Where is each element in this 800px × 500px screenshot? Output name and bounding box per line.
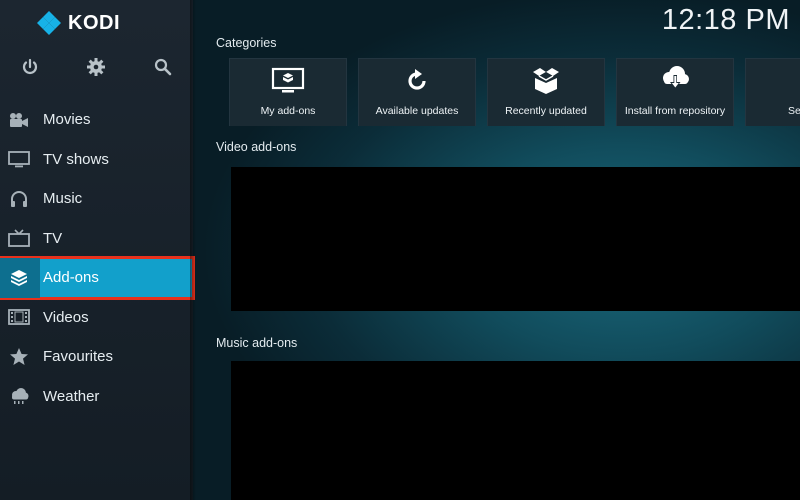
sidebar-item-label: TV shows: [43, 150, 109, 168]
sidebar-item-weather[interactable]: Weather: [0, 377, 193, 417]
sidebar: KODI Movies TV shows Music TV Add-ons Vi…: [0, 0, 195, 500]
open-box-icon: [488, 67, 604, 95]
search-icon: [746, 67, 800, 95]
main-menu: Movies TV shows Music TV Add-ons Videos …: [0, 100, 195, 417]
clock: 12:18 PM: [661, 4, 790, 36]
sidebar-item-label: Add-ons: [43, 269, 99, 287]
movie-camera-icon: [8, 111, 30, 129]
category-label: Se: [788, 104, 800, 117]
category-label: Recently updated: [505, 104, 587, 117]
category-recently-updated[interactable]: Recently updated: [487, 58, 605, 126]
sidebar-item-label: Music: [43, 190, 83, 208]
music-addons-panel[interactable]: [231, 361, 800, 500]
categories-row: My add-ons Available updates Recently up…: [229, 58, 800, 126]
sidebar-item-videos[interactable]: Videos: [0, 298, 193, 338]
category-label: Available updates: [375, 104, 459, 117]
sidebar-item-favourites[interactable]: Favourites: [0, 337, 193, 377]
addon-box-icon: [8, 269, 30, 287]
power-icon[interactable]: [17, 54, 43, 80]
search-icon[interactable]: [150, 54, 176, 80]
weather-cloud-icon: [8, 387, 30, 405]
category-label: Install from repository: [624, 104, 726, 117]
film-strip-icon: [8, 308, 30, 326]
category-label: My add-ons: [260, 104, 316, 117]
category-my-addons[interactable]: My add-ons: [229, 58, 347, 126]
gear-icon[interactable]: [83, 54, 109, 80]
refresh-icon: [359, 67, 475, 95]
cloud-download-icon: [617, 65, 733, 93]
sidebar-item-label: Movies: [43, 111, 91, 129]
sidebar-item-label: Videos: [43, 308, 89, 326]
my-addons-icon: [230, 67, 346, 95]
kodi-logo: KODI: [36, 11, 120, 35]
music-addons-title: Music add-ons: [216, 336, 298, 350]
sidebar-item-label: TV: [43, 229, 63, 247]
categories-title: Categories: [216, 36, 277, 50]
sidebar-item-label: Weather: [43, 387, 100, 405]
monitor-icon: [8, 150, 30, 168]
top-toolbar: [0, 54, 193, 80]
headphones-icon: [8, 190, 30, 208]
category-search[interactable]: Se: [745, 58, 800, 126]
sidebar-item-music[interactable]: Music: [0, 179, 193, 219]
app-name: KODI: [68, 11, 120, 34]
sidebar-item-addons[interactable]: Add-ons: [0, 256, 195, 300]
category-install-from-repository[interactable]: Install from repository: [616, 58, 734, 126]
sidebar-shadow: [190, 0, 196, 500]
sidebar-item-label: Favourites: [43, 348, 114, 366]
video-addons-panel[interactable]: [231, 167, 800, 311]
category-available-updates[interactable]: Available updates: [358, 58, 476, 126]
tv-icon: [8, 229, 30, 248]
video-addons-title: Video add-ons: [216, 140, 297, 154]
kodi-logo-icon: [37, 11, 61, 35]
sidebar-item-movies[interactable]: Movies: [0, 100, 193, 140]
sidebar-item-tv-shows[interactable]: TV shows: [0, 140, 193, 180]
sidebar-item-tv[interactable]: TV: [0, 219, 193, 259]
star-icon: [8, 348, 30, 366]
